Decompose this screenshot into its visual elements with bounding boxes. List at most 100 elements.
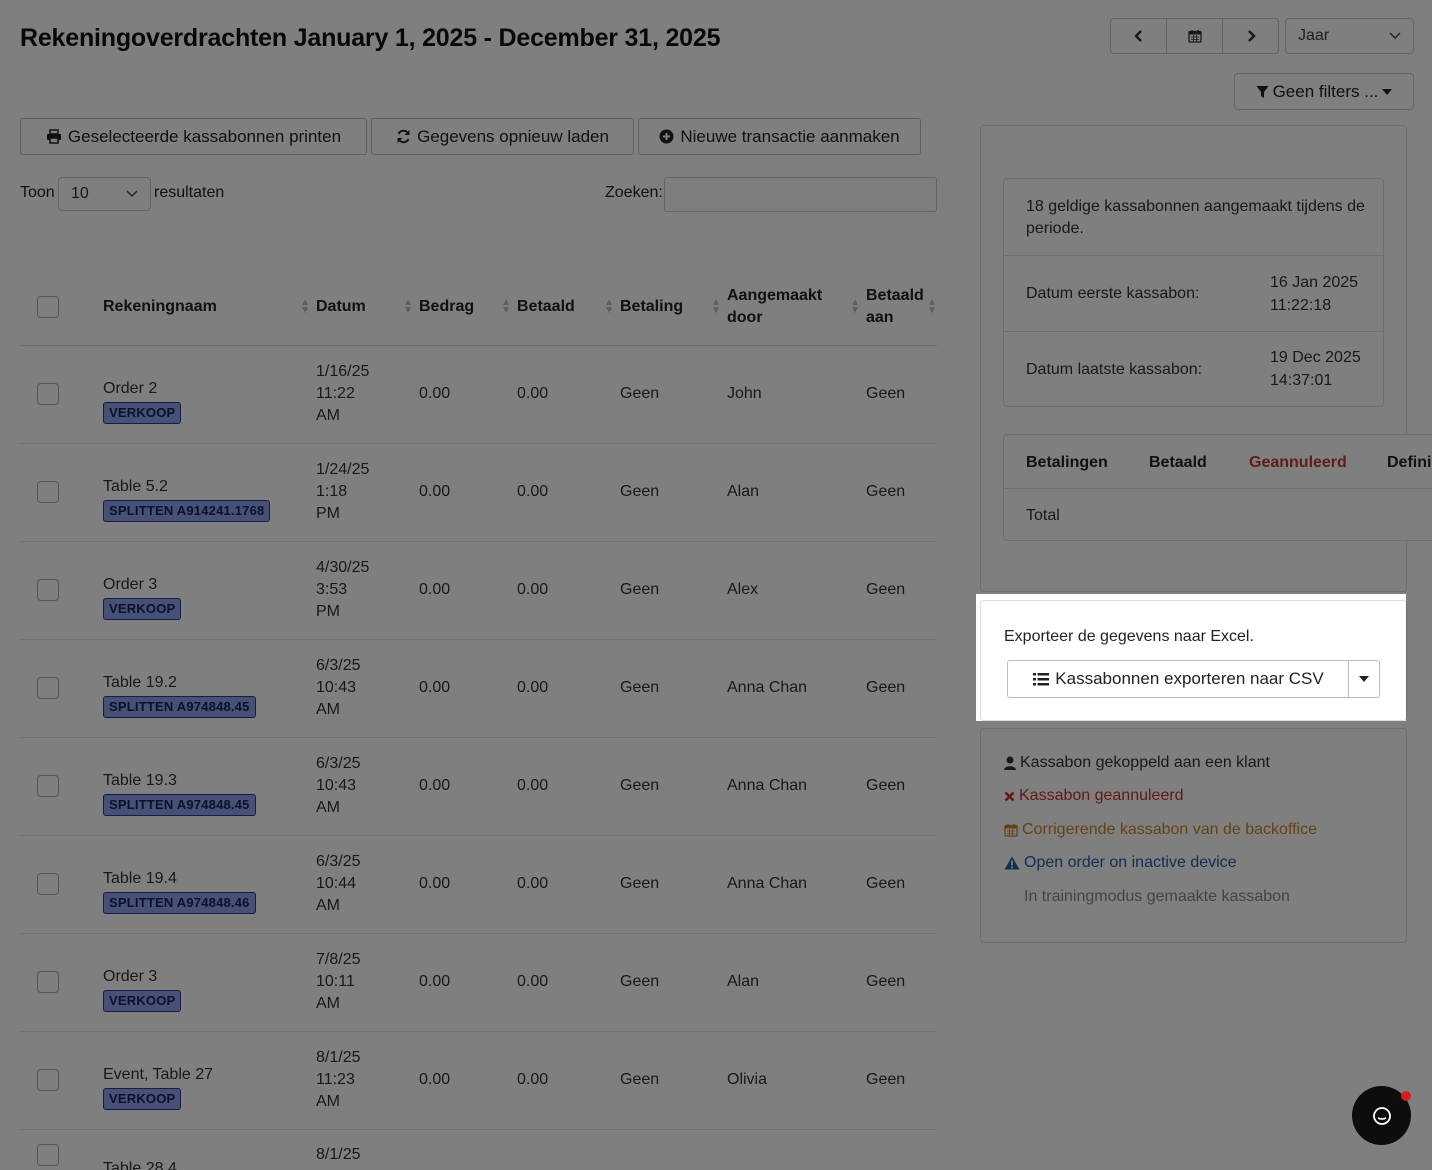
row-checkbox[interactable]	[37, 1069, 59, 1091]
date-line: 7/8/25	[316, 951, 361, 968]
date-line: 4/30/25	[316, 559, 370, 576]
legend-item-open-order: Open order on inactive device	[1004, 854, 1237, 872]
paid-to-cell: Geen	[866, 639, 937, 738]
caret-down-icon	[1382, 88, 1393, 95]
column-header-betaling[interactable]: Betaling ▲ ▼	[620, 270, 727, 346]
row-checkbox[interactable]	[37, 1143, 59, 1166]
next-period-button[interactable]	[1222, 18, 1279, 54]
paid-to-cell: Geen	[866, 835, 937, 934]
table-row[interactable]: Order 2 VERKOOP 1/16/25 11:22 AM 0.00 0.00 Geen…	[20, 345, 937, 444]
account-name: Table 19.2	[103, 674, 177, 691]
calendar-icon	[1004, 824, 1018, 837]
show-prefix-label: Toon	[20, 184, 55, 201]
row-checkbox[interactable]	[37, 775, 59, 797]
table-row[interactable]: Table 19.2 SPLITTEN A974848.45 6/3/25 10:43…	[20, 639, 937, 738]
table-row[interactable]: Table 5.2 SPLITTEN A914241.1768 1/24/25 1:1…	[20, 443, 937, 542]
first-receipt-date: 16 Jan 2025	[1270, 274, 1359, 291]
receipts-table-container: Rekeningnaam ▲ ▼ Datum ▲ ▼ Bedrag ▲ ▼ Betaald ▲…	[20, 270, 937, 1170]
row-checkbox[interactable]	[37, 677, 59, 699]
sort-icon: ▲ ▼	[927, 297, 937, 317]
warning-icon	[1004, 856, 1020, 870]
payments-total-label: Total	[1026, 507, 1060, 524]
row-checkbox[interactable]	[37, 383, 59, 405]
legend-item-correction: Corrigerende kassabon van de backoffice	[1004, 821, 1317, 839]
paid-to-cell	[866, 1129, 937, 1170]
last-receipt-label: Datum laatste kassabon:	[1026, 361, 1203, 378]
period-select[interactable]: Jaar	[1285, 18, 1414, 54]
legend-item-training: In trainingmodus gemaakte kassabon	[1024, 888, 1290, 906]
table-row[interactable]: Table 19.3 SPLITTEN A974848.45 6/3/25 10:43…	[20, 737, 937, 836]
table-row[interactable]: Table 28.4 8/1/25	[20, 1129, 937, 1170]
search-input[interactable]	[664, 177, 937, 212]
payments-table: Betalingen Betaald Geannuleerd Defini To…	[1003, 434, 1432, 541]
time-line: 11:23	[316, 1071, 355, 1088]
chevron-down-icon	[1389, 32, 1401, 39]
select-cell	[20, 1129, 103, 1170]
notification-dot	[1401, 1091, 1411, 1101]
created-by-cell	[727, 1129, 866, 1170]
amount-cell: 0.00	[419, 345, 517, 444]
transaction-type-badge: SPLITTEN A974848.45	[103, 794, 256, 816]
legend-panel: Kassabon gekoppeld aan een klant Kassabo…	[980, 728, 1407, 943]
ampm-line: AM	[316, 799, 340, 816]
column-label: Betaling	[620, 298, 684, 316]
table-row[interactable]: Order 3 VERKOOP 4/30/25 3:53 PM 0.00 0.00 Geen A…	[20, 541, 937, 640]
select-cell	[20, 639, 103, 738]
page-size-select[interactable]: 10	[58, 177, 151, 211]
search-label: Zoeken:	[605, 184, 663, 201]
chevron-right-icon	[1247, 30, 1256, 42]
export-csv-button[interactable]: Kassabonnen exporteren naar CSV	[1007, 660, 1350, 698]
receipt-summary-box: 18 geldige kassabonnen aangemaakt tijden…	[1003, 178, 1384, 407]
paid-to-cell: Geen	[866, 933, 937, 1032]
amount-cell: 0.00	[419, 737, 517, 836]
table-row[interactable]: Order 3 VERKOOP 7/8/25 10:11 AM 0.00 0.00 Geen A…	[20, 933, 937, 1032]
table-row[interactable]: Event, Table 27 VERKOOP 8/1/25 11:23 AM 0.00 0…	[20, 1031, 937, 1130]
account-name: Table 19.4	[103, 870, 177, 887]
payment-cell: Geen	[620, 639, 727, 738]
new-transaction-button[interactable]: Nieuwe transactie aanmaken	[638, 118, 921, 155]
time-line: 10:11	[316, 973, 355, 990]
legend-label: Kassabon gekoppeld aan een klant	[1020, 754, 1270, 771]
payment-cell: Geen	[620, 737, 727, 836]
column-header-datum[interactable]: Datum ▲ ▼	[316, 270, 419, 346]
date-navigation	[1110, 18, 1279, 54]
filters-dropdown-button[interactable]: Geen filters ...	[1234, 73, 1414, 110]
date-line: 6/3/25	[316, 657, 361, 674]
paid-cell	[517, 1129, 620, 1170]
column-header-betaald[interactable]: Betaald ▲ ▼	[517, 270, 620, 346]
table-row[interactable]: Table 19.4 SPLITTEN A974848.46 6/3/25 10:44…	[20, 835, 937, 934]
print-selected-button[interactable]: Geselecteerde kassabonnen printen	[20, 118, 367, 155]
time-line: 10:43	[316, 777, 357, 794]
export-options-toggle[interactable]	[1348, 660, 1380, 698]
reload-data-label: Gegevens opnieuw laden	[417, 126, 609, 146]
last-receipt-time: 14:37:01	[1270, 372, 1333, 389]
select-all-checkbox[interactable]	[37, 296, 59, 319]
amount-cell: 0.00	[419, 1031, 517, 1130]
column-header-bedrag[interactable]: Bedrag ▲ ▼	[419, 270, 517, 346]
calendar-button[interactable]	[1166, 18, 1223, 54]
column-header-aangemaakt-door[interactable]: Aangemaakt door ▲ ▼	[727, 270, 866, 346]
row-checkbox[interactable]	[37, 579, 59, 601]
paid-to-cell: Geen	[866, 737, 937, 836]
row-checkbox[interactable]	[37, 971, 59, 993]
first-receipt-label: Datum eerste kassabon:	[1026, 285, 1200, 302]
ampm-line: PM	[316, 505, 340, 522]
date-cell: 8/1/25 11:23 AM	[316, 1031, 419, 1130]
user-icon	[1004, 756, 1016, 770]
payments-header-geannuleerd: Geannuleerd	[1249, 454, 1347, 471]
column-header-betaald-aan[interactable]: Betaald aan ▲ ▼	[866, 270, 937, 346]
time-line: 3:53	[316, 581, 348, 598]
paid-cell: 0.00	[517, 345, 620, 444]
period-select-value: Jaar	[1298, 27, 1330, 44]
previous-period-button[interactable]	[1110, 18, 1167, 54]
row-checkbox[interactable]	[37, 481, 59, 503]
amount-cell	[419, 1129, 517, 1170]
row-checkbox[interactable]	[37, 873, 59, 895]
legend-label: In trainingmodus gemaakte kassabon	[1024, 888, 1290, 905]
amount-cell: 0.00	[419, 933, 517, 1032]
date-cell: 1/16/25 11:22 AM	[316, 345, 419, 444]
time-line: 10:44	[316, 875, 357, 892]
column-header-rekeningnaam[interactable]: Rekeningnaam ▲ ▼	[103, 270, 316, 346]
sort-icon: ▲ ▼	[403, 297, 413, 317]
reload-data-button[interactable]: Gegevens opnieuw laden	[371, 118, 634, 155]
